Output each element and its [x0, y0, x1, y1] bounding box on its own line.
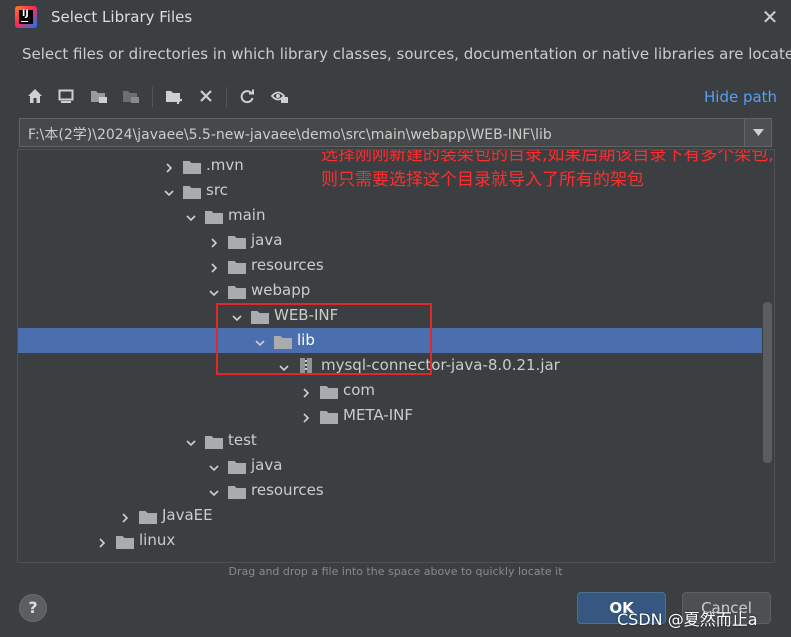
folder-icon — [139, 509, 157, 524]
delete-icon — [200, 90, 212, 102]
file-tree[interactable]: .mvn src main java resources webapp WEB-INF lib… — [17, 149, 775, 563]
tree-row[interactable]: webapp — [18, 278, 762, 303]
tree-row-label: META-INF — [343, 406, 414, 424]
home-icon — [28, 89, 42, 103]
chevron-right-icon[interactable] — [119, 509, 131, 523]
chevron-down-icon[interactable] — [208, 284, 220, 297]
chevron-right-icon[interactable] — [300, 409, 312, 423]
delete-button[interactable] — [194, 84, 218, 108]
watermark-text: CSDN @夏然而止a — [617, 610, 758, 629]
show-hidden-button[interactable] — [268, 84, 292, 108]
window-title: Select Library Files — [51, 8, 193, 26]
tree-row[interactable]: java — [18, 453, 762, 478]
module-folder-icon — [123, 91, 139, 103]
intellij-logo-icon: IJ — [15, 6, 37, 28]
tree-scrollbar[interactable] — [763, 302, 772, 463]
tree-row[interactable]: main — [18, 203, 762, 228]
folder-icon — [228, 284, 246, 299]
folder-icon — [183, 184, 201, 199]
chevron-down-icon[interactable] — [185, 434, 197, 447]
file-chooser-toolbar — [20, 84, 320, 110]
refresh-button[interactable] — [235, 84, 259, 108]
new-folder-button[interactable] — [162, 84, 186, 108]
annotation-highlight-box — [216, 303, 432, 375]
project-folder-button[interactable] — [87, 84, 111, 108]
chevron-right-icon[interactable] — [300, 384, 312, 398]
folder-icon — [205, 209, 223, 224]
folder-icon — [228, 234, 246, 249]
chevron-right-icon[interactable] — [208, 234, 220, 248]
title-bar: IJ Select Library Files ✕ — [0, 0, 791, 34]
path-combobox[interactable]: F:\本(2学)\2024\javaee\5.5-new-javaee\demo… — [19, 118, 772, 147]
tree-row[interactable]: com — [18, 378, 762, 403]
tree-row-label: com — [343, 381, 376, 399]
tree-row[interactable]: test — [18, 428, 762, 453]
tree-row-label: java — [251, 456, 283, 474]
folder-icon — [205, 434, 223, 449]
folder-icon — [320, 384, 338, 399]
help-button[interactable]: ? — [19, 594, 47, 622]
tree-row-label: .mvn — [206, 156, 244, 174]
module-folder-button[interactable] — [119, 84, 143, 108]
hide-path-link[interactable]: Hide path — [704, 88, 777, 106]
dialog-description: Select files or directories in which lib… — [22, 45, 791, 63]
chevron-right-icon[interactable] — [163, 159, 175, 173]
folder-icon — [228, 484, 246, 499]
chevron-down-icon[interactable] — [208, 484, 220, 497]
folder-icon — [228, 459, 246, 474]
tree-row[interactable]: linux — [18, 528, 762, 553]
toolbar-separator — [226, 87, 227, 107]
tree-row-label: main — [228, 206, 266, 224]
refresh-icon — [240, 89, 254, 104]
show-hidden-icon — [271, 91, 288, 103]
tree-row-label: java — [251, 231, 283, 249]
tree-row[interactable]: resources — [18, 478, 762, 503]
tree-row-label: linux — [139, 531, 176, 549]
tree-row-label: resources — [251, 481, 324, 499]
chevron-right-icon[interactable] — [208, 259, 220, 273]
tree-row-label: test — [228, 431, 257, 449]
drag-drop-hint: Drag and drop a file into the space abov… — [228, 565, 563, 578]
project-folder-icon — [91, 91, 107, 103]
tree-row-label: src — [206, 181, 228, 199]
chevron-down-icon — [752, 129, 764, 136]
tree-row[interactable]: java — [18, 228, 762, 253]
path-dropdown-button[interactable] — [744, 119, 771, 146]
folder-icon — [320, 409, 338, 424]
tree-row[interactable]: META-INF — [18, 403, 762, 428]
annotation-text: 选择刚刚新建的装架包的目录,如果后期该目录下有多个架包,则只需要选择这个目录就导… — [321, 149, 774, 190]
chevron-down-icon[interactable] — [208, 459, 220, 472]
close-button[interactable]: ✕ — [757, 4, 783, 30]
toolbar-separator — [152, 87, 153, 107]
home-button[interactable] — [23, 84, 47, 108]
desktop-button[interactable] — [54, 84, 78, 108]
tree-row-label: JavaEE — [162, 506, 213, 524]
chevron-right-icon[interactable] — [96, 534, 108, 548]
tree-row[interactable]: JavaEE — [18, 503, 762, 528]
path-input[interactable]: F:\本(2学)\2024\javaee\5.5-new-javaee\demo… — [28, 124, 552, 144]
folder-icon — [116, 534, 134, 549]
new-folder-icon — [166, 91, 182, 104]
chevron-down-icon[interactable] — [163, 184, 175, 197]
tree-row-label: resources — [251, 256, 324, 274]
folder-icon — [228, 259, 246, 274]
tree-row[interactable]: resources — [18, 253, 762, 278]
tree-row-label: webapp — [251, 281, 311, 299]
folder-icon — [183, 159, 201, 174]
desktop-icon — [58, 89, 74, 103]
chevron-down-icon[interactable] — [185, 209, 197, 222]
